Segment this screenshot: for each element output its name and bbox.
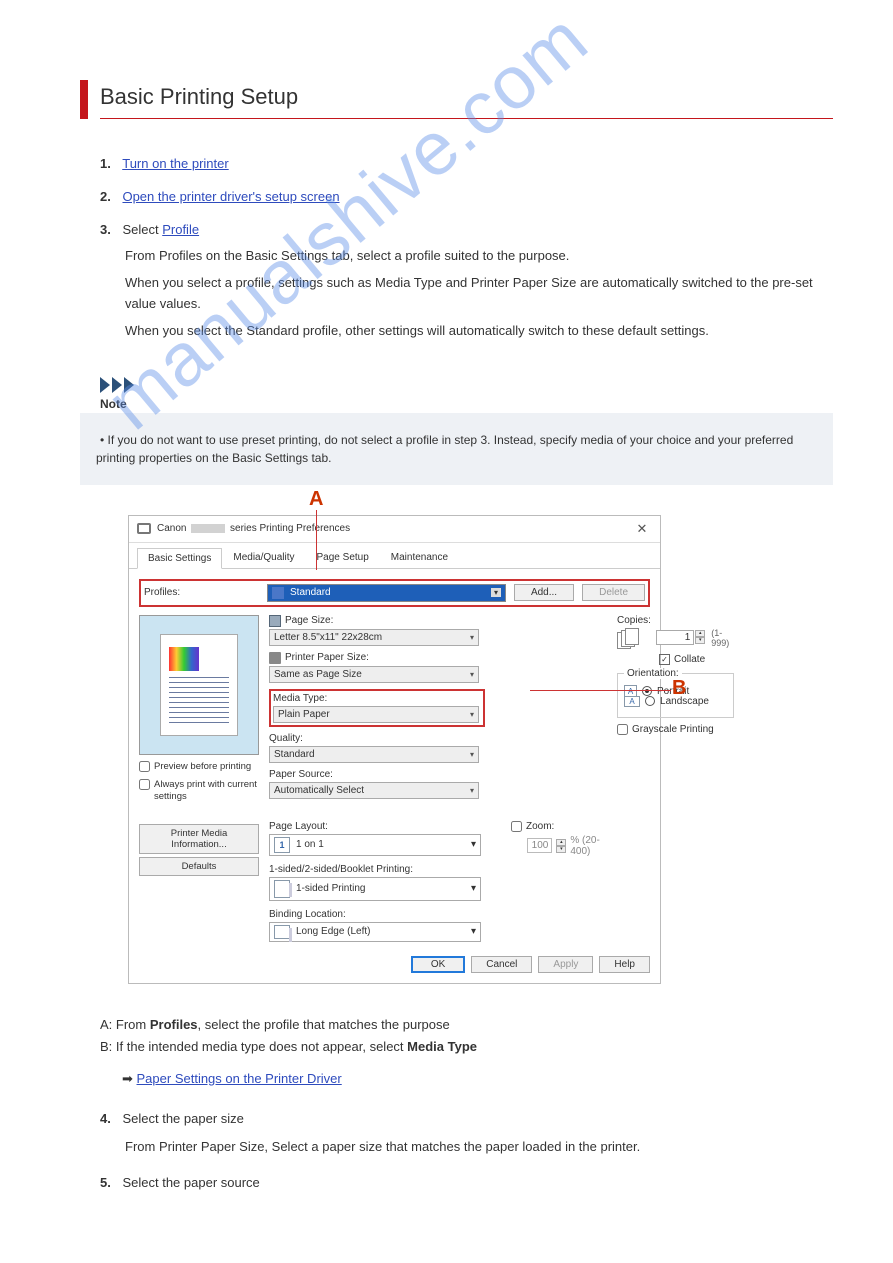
printer-size-dropdown[interactable]: Same as Page Size▾: [269, 666, 479, 683]
tab-basic-settings[interactable]: Basic Settings: [137, 548, 222, 569]
delete-button[interactable]: Delete: [582, 584, 645, 601]
apply-button[interactable]: Apply: [538, 956, 593, 973]
callout-b: B: [672, 677, 686, 700]
note-box: • If you do not want to use preset print…: [80, 413, 833, 485]
steps-section: 1. Turn on the printer 2. Open the print…: [100, 154, 833, 342]
zoom-label: Zoom:: [526, 821, 554, 832]
layout-dropdown[interactable]: 1 1 on 1 ▾: [269, 834, 481, 856]
note-arrow-icon: Note: [100, 377, 833, 411]
sided-dropdown[interactable]: 1-sided Printing ▾: [269, 877, 481, 901]
landscape-radio[interactable]: [645, 696, 655, 706]
printing-preferences-dialog: Canon series Printing Preferences ✕ Basi…: [128, 515, 661, 984]
copies-range: (1-999): [711, 628, 734, 648]
help-button[interactable]: Help: [599, 956, 650, 973]
close-icon[interactable]: ✕: [632, 521, 652, 537]
always-label: Always print with current settings: [154, 779, 259, 804]
page-size-label: Page Size:: [285, 615, 333, 626]
page-size-icon: [269, 615, 281, 627]
step-1: 1. Turn on the printer: [100, 154, 833, 175]
add-button[interactable]: Add...: [514, 584, 574, 601]
preview-box: [139, 615, 259, 755]
note-label: Note: [100, 397, 833, 411]
media-info-button[interactable]: Printer Media Information...: [139, 824, 259, 854]
step-3-sub2: When you select a profile, settings such…: [125, 273, 833, 315]
grayscale-checkbox[interactable]: [617, 724, 628, 735]
callout-a: A: [309, 488, 323, 511]
note-text: If you do not want to use preset printin…: [96, 433, 793, 465]
callout-a-line: [316, 510, 317, 570]
copies-icon: [617, 628, 634, 648]
defaults-button[interactable]: Defaults: [139, 857, 259, 876]
media-type-dropdown[interactable]: Plain Paper▾: [273, 706, 479, 723]
ok-button[interactable]: OK: [411, 956, 465, 973]
post-dialog-text: A: From Profiles, select the profile tha…: [100, 1014, 833, 1195]
printer-size-label: Printer Paper Size:: [285, 652, 369, 663]
step-3-sub3: When you select the Standard profile, ot…: [125, 321, 833, 342]
note-bullet: •: [100, 433, 108, 447]
turn-on-printer-link[interactable]: Turn on the printer: [122, 156, 228, 171]
source-dropdown[interactable]: Automatically Select▾: [269, 782, 479, 799]
collate-row[interactable]: ✓ Collate: [659, 654, 734, 665]
copies-input[interactable]: 1: [656, 630, 694, 645]
sided-label: 1-sided/2-sided/Booklet Printing:: [269, 864, 481, 875]
preview-checkbox[interactable]: [139, 761, 150, 772]
quality-dropdown[interactable]: Standard▾: [269, 746, 479, 763]
step-2: 2. Open the printer driver's setup scree…: [100, 187, 833, 208]
media-type-label: Media Type:: [273, 693, 327, 704]
step-3-sub1: From Profiles on the Basic Settings tab,…: [125, 246, 833, 267]
layout-label: Page Layout:: [269, 821, 481, 832]
title-accent: [80, 80, 88, 119]
tabs: Basic Settings Media/Quality Page Setup …: [129, 543, 660, 569]
dialog-title: Canon series Printing Preferences: [157, 523, 632, 534]
printer-icon: [137, 523, 151, 534]
step-num: 2.: [100, 189, 111, 204]
binding-label: Binding Location:: [269, 909, 481, 920]
always-checkbox[interactable]: [139, 779, 150, 790]
step-num: 1.: [100, 156, 111, 171]
zoom-checkbox-row[interactable]: Zoom:: [511, 821, 601, 832]
page-size-dropdown[interactable]: Letter 8.5"x11" 22x28cm▾: [269, 629, 479, 646]
zoom-range: % (20-400): [570, 835, 601, 857]
profiles-row: Profiles: Standard ▾ Add... Delete: [139, 579, 650, 607]
copies-label: Copies:: [617, 615, 734, 626]
zoom-input[interactable]: 100: [527, 838, 552, 853]
media-type-highlight: Media Type: Plain Paper▾: [269, 689, 485, 727]
binding-dropdown[interactable]: Long Edge (Left) ▾: [269, 922, 481, 942]
callout-b-line: [530, 690, 671, 691]
copies-spinner[interactable]: ▴▾: [695, 630, 705, 645]
zoom-checkbox[interactable]: [511, 821, 522, 832]
title-bar: Basic Printing Setup: [80, 80, 833, 119]
tab-maintenance[interactable]: Maintenance: [380, 547, 459, 568]
grayscale-row[interactable]: Grayscale Printing: [617, 724, 734, 735]
collate-label: Collate: [674, 654, 705, 665]
profiles-label: Profiles:: [144, 587, 259, 598]
open-driver-link[interactable]: Open the printer driver's setup screen: [122, 189, 339, 204]
preview-checkbox-row[interactable]: Preview before printing: [139, 761, 259, 773]
cancel-button[interactable]: Cancel: [471, 956, 532, 973]
page-title: Basic Printing Setup: [100, 80, 833, 119]
quality-label: Quality:: [269, 733, 303, 744]
step-num: 3.: [100, 222, 111, 237]
grayscale-label: Grayscale Printing: [632, 724, 714, 735]
collate-checkbox[interactable]: ✓: [659, 654, 670, 665]
step-3: 3. Select Profile From Profiles on the B…: [100, 220, 833, 342]
dialog-footer: OK Cancel Apply Help: [129, 950, 660, 983]
paper-settings-link[interactable]: Paper Settings on the Printer Driver: [137, 1071, 342, 1086]
source-label: Paper Source:: [269, 769, 333, 780]
portrait-radio[interactable]: [642, 686, 652, 696]
profiles-dropdown[interactable]: Standard ▾: [267, 584, 506, 602]
step-text: Select: [122, 222, 162, 237]
tab-media-quality[interactable]: Media/Quality: [222, 547, 305, 568]
always-checkbox-row[interactable]: Always print with current settings: [139, 779, 259, 804]
profiles-value: Standard: [290, 587, 331, 598]
preview-label: Preview before printing: [154, 761, 251, 773]
profile-link[interactable]: Profile: [162, 222, 199, 237]
dialog-titlebar: Canon series Printing Preferences ✕: [129, 516, 660, 543]
printer-paper-icon: [269, 652, 281, 664]
